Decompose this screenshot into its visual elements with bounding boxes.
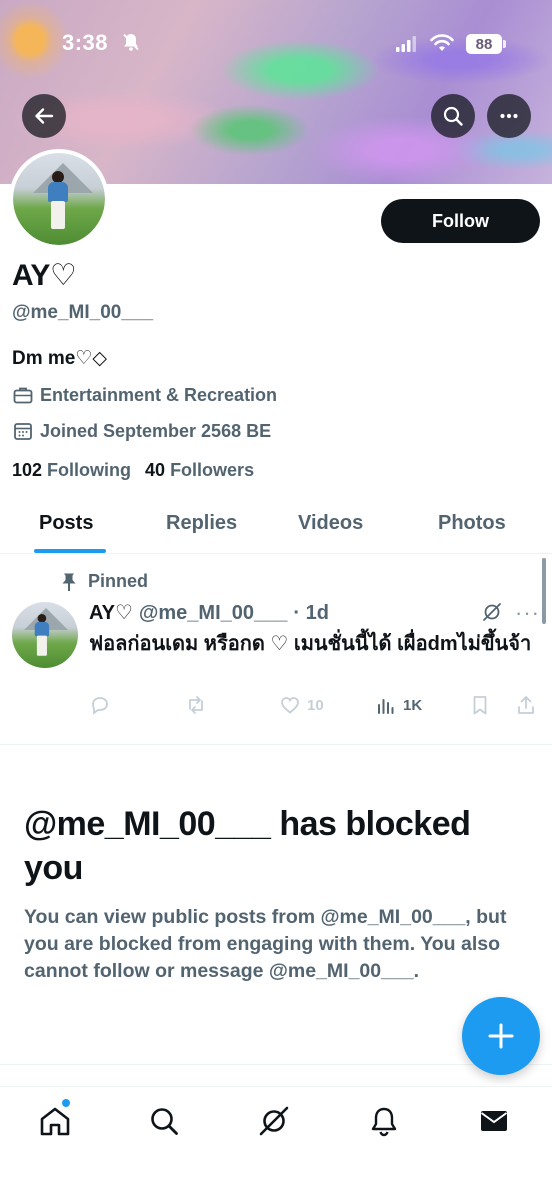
profile-handle: @me_MI_00___ [12,302,154,323]
views-icon [378,699,394,714]
follow-stats: 102 Following 40 Followers [12,460,254,481]
post-header: AY♡ @me_MI_00___ · 1d [89,600,329,625]
post-text: ฟอลก่อนเดม หรือกด ♡ เมนชั่นนี้ได้ เผื่อd… [89,633,532,655]
tab-videos[interactable]: Videos [298,512,363,535]
more-options-button[interactable] [487,94,531,138]
post-author-name[interactable]: AY♡ [89,600,133,625]
home-notification-dot [62,1099,70,1107]
joined-text: Joined September 2568 BE [40,420,272,441]
wifi-icon [430,34,454,51]
like-count: 10 [307,696,324,714]
nav-messages[interactable] [476,1103,512,1139]
bookmark-button[interactable] [469,694,491,716]
battery-icon: 88 [466,34,502,54]
views-count: 1K [403,696,423,714]
bookmark-icon [473,696,487,715]
profile-joined: Joined September 2568 BE [12,420,271,442]
briefcase-icon [13,387,33,404]
plus-icon [488,1023,514,1049]
back-button[interactable] [22,94,66,138]
calendar-icon [14,423,32,440]
repost-icon [189,696,203,714]
profile-avatar[interactable] [9,149,109,249]
profile-tabs: Posts Replies Videos Photos [0,500,552,554]
follow-button[interactable]: Follow [381,199,540,243]
back-arrow-icon [35,108,54,124]
nav-explore[interactable] [146,1103,182,1139]
share-button[interactable] [515,694,537,716]
category-text: Entertainment & Recreation [40,384,278,405]
tab-replies[interactable]: Replies [166,512,237,535]
post-author-handle[interactable]: @me_MI_00___ [139,602,288,625]
search-icon [443,106,463,126]
followers-count: 40 [145,460,166,480]
following-count: 102 [12,460,43,480]
status-time: 3:38 [62,30,109,55]
followers-link[interactable]: 40 Followers [145,460,254,481]
tab-photos[interactable]: Photos [438,512,506,535]
bottom-navigation [0,1086,552,1200]
search-button[interactable] [431,94,475,138]
profile-display-name: AY♡ [12,259,77,292]
nav-notifications[interactable] [366,1103,402,1139]
home-icon [40,1107,70,1136]
post-divider [0,744,552,745]
like-button[interactable]: 10 [279,694,324,716]
silent-bell-icon [123,33,139,51]
pin-icon [62,573,76,591]
share-icon [518,696,534,714]
signal-icon [396,36,416,52]
like-icon [281,697,299,714]
repost-button[interactable] [185,694,207,716]
notifications-icon [371,1107,397,1137]
blocked-description: You can view public posts from @me_MI_00… [24,906,507,982]
pinned-label: Pinned [88,571,149,591]
pinned-indicator: Pinned [60,571,148,592]
following-link[interactable]: 102 Following [12,460,131,481]
following-label: Following [47,460,132,480]
nav-grok[interactable] [256,1103,292,1139]
section-divider [0,1064,552,1065]
post-avatar[interactable] [12,602,78,668]
tab-posts[interactable]: Posts [39,512,93,535]
views-button[interactable]: 1K [375,694,422,716]
explore-icon [151,1108,178,1135]
reply-button[interactable] [89,694,111,716]
battery-tip [503,40,506,48]
active-tab-indicator [34,549,106,553]
post-actions: 10 1K [89,694,541,720]
messages-icon [480,1111,508,1131]
scrollbar[interactable] [542,558,546,624]
reply-icon [92,697,108,715]
more-icon [500,113,518,119]
grok-icon[interactable] [482,602,502,622]
nav-home[interactable] [37,1103,73,1139]
compose-post-button[interactable] [462,997,540,1075]
post-timestamp[interactable]: · 1d [293,602,329,625]
blocked-title: @me_MI_00___ has blocked you [24,805,471,887]
profile-category: Entertainment & Recreation [12,384,277,406]
followers-label: Followers [170,460,255,480]
grok-nav-icon [259,1106,289,1136]
profile-bio: Dm me♡◇ [12,348,107,369]
post-more-icon[interactable]: ··· [515,600,540,626]
